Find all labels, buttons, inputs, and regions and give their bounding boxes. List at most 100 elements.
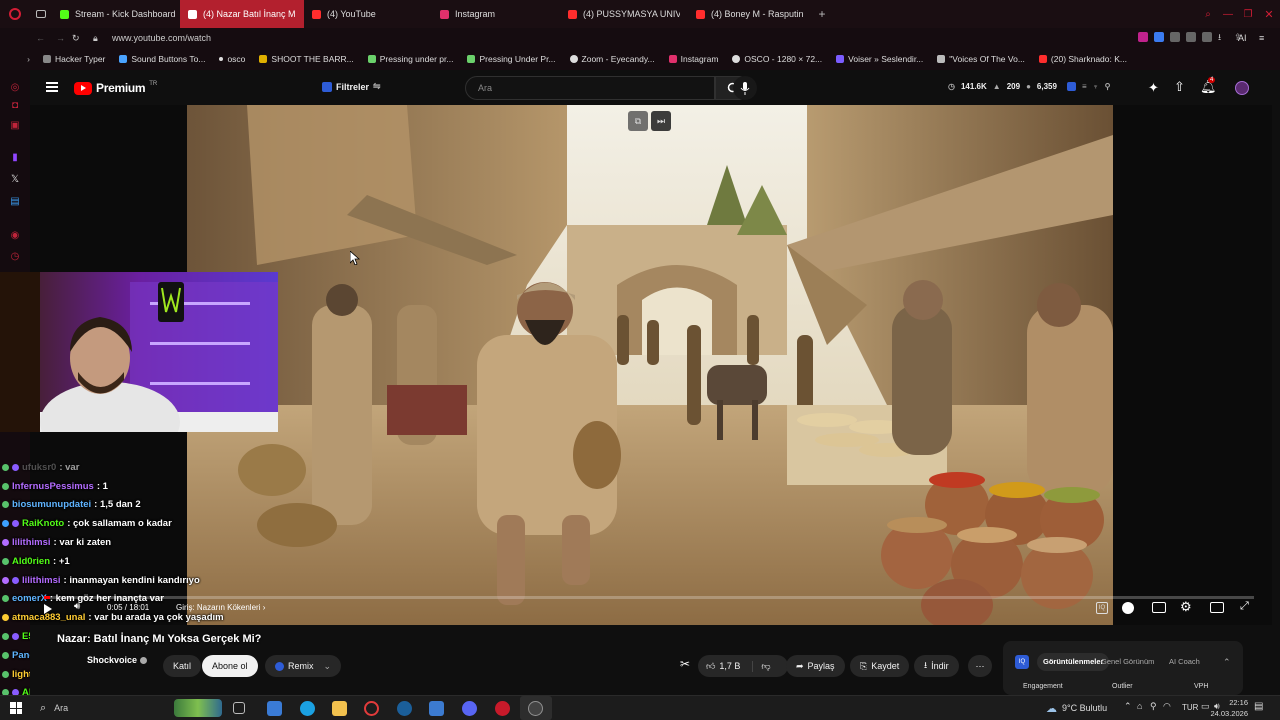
opera-gx-icon[interactable] [495,701,510,716]
folder-icon[interactable] [332,701,347,716]
bookmark-instagram[interactable]: Instagram [662,54,726,64]
bookmark-pressing-under-2[interactable]: Pressing Under Pr... [460,54,562,64]
progress-bar[interactable] [44,596,1254,599]
download-button[interactable]: ⭳ İndir [914,655,959,677]
link-icon[interactable]: ⚲ [1105,82,1111,91]
subtitles-icon[interactable] [1152,602,1166,613]
voice-search-button[interactable] [733,76,757,100]
url-field[interactable]: www.youtube.com/watch [112,33,211,43]
tab-kick[interactable]: Stream - Kick Dashboard [52,0,180,28]
remix-button[interactable]: Remix ⌄ [265,655,342,677]
discord-icon[interactable] [462,701,477,716]
opera-icon[interactable] [364,701,379,716]
tray-chevron-icon[interactable]: ⌃ [1124,701,1132,712]
aria-icon[interactable]: ◎ [9,82,21,94]
tray-usb-icon[interactable]: ⚲ [1150,701,1157,712]
upload-icon[interactable]: ⇧ [1174,79,1185,95]
bookmark-zoom[interactable]: Zoom - Eyecandy... [563,54,662,64]
tab-youtube-active[interactable]: (4) Nazar Batıl İnanç Mı Y... [180,0,304,28]
share-button[interactable]: ➦ Paylaş [786,655,845,677]
iq-icon[interactable] [1066,82,1076,91]
tray-wifi-icon[interactable]: ◠ [1163,701,1171,712]
skip-overlay-button[interactable]: ⏭ [651,111,671,131]
language-indicator[interactable]: TUR [1182,703,1198,712]
chat-username[interactable]: InfernusPessimus [12,481,94,492]
list-icon[interactable]: ≡ [1082,82,1087,91]
network-app-icon[interactable] [429,701,444,716]
search-input[interactable]: Ara [465,76,715,100]
file-explorer-icon[interactable] [267,701,282,716]
extension-icon[interactable] [1138,32,1148,42]
chat-username[interactable]: lilithimsi [22,575,61,586]
forward-icon[interactable]: → [56,33,65,43]
bookmark-sharknado[interactable]: (20) Sharknado: K... [1032,54,1134,64]
filter-button[interactable]: Filtreler ⇋ [322,81,381,92]
extension-icon[interactable] [1170,32,1180,42]
chat-username[interactable]: biosumunupdatei [12,499,91,510]
join-button[interactable]: Katıl [163,655,202,677]
iq-player-icon[interactable]: IQ [1096,602,1108,614]
search-tabs-icon[interactable]: ⌕ [1198,9,1218,20]
play-button[interactable] [44,604,52,614]
tab-youtube[interactable]: (4) YouTube [304,0,432,28]
clip-icon[interactable]: ✂ [680,657,690,671]
steam-icon[interactable] [397,701,412,716]
bookmark-voiser[interactable]: Voiser » Seslendir... [829,54,930,64]
maximize-button[interactable]: ❐ [1238,9,1258,20]
chat-username[interactable]: lilithimsi [12,537,51,548]
chat-username[interactable]: RaiKnoto [22,518,64,529]
weather-widget[interactable]: ☁ 9°C Bulutlu [1046,696,1107,720]
youtube-logo[interactable]: Premium TR [74,81,157,95]
tray-network-icon[interactable]: ⌂ [1137,701,1142,711]
bookmarks-chevron-icon[interactable]: › [0,54,36,64]
chat-username[interactable]: ufuksr0 [22,462,56,473]
taskbar-search[interactable]: ⌕ Ara [32,696,222,720]
twitch-icon[interactable]: ▮ [9,152,21,164]
fullscreen-icon[interactable]: ⤢ [1240,600,1249,613]
bluesky-icon[interactable]: ▤ [9,196,21,208]
bookmark-osco[interactable]: osco [212,54,252,64]
create-icon[interactable]: ✦ [1148,80,1159,96]
miniplayer-overlay-button[interactable]: ⧉ [628,111,648,131]
history-icon[interactable]: ◷ [9,251,21,263]
messenger-icon[interactable]: ◘ [9,100,21,112]
windows-start-icon[interactable] [10,702,22,714]
minimize-button[interactable]: — [1218,9,1238,20]
edge-icon[interactable] [300,701,315,716]
extension-icon[interactable] [1186,32,1196,42]
dislike-button[interactable]: 👎︎ [752,660,778,672]
back-icon[interactable]: ← [36,33,45,43]
chapter-label[interactable]: Giriş: Nazarın Kökenleri › [176,603,265,612]
panel-tab-overview[interactable]: Genel Görünüm [1101,653,1154,671]
like-button[interactable]: 👍︎ 1,7 B [698,661,748,672]
notifications-button[interactable]: 🔔︎ 4 [1200,77,1217,95]
chat-username[interactable]: Ald0rien [12,556,50,567]
hamburger-icon[interactable] [46,82,58,92]
bookmark-sound-buttons[interactable]: Sound Buttons To... [112,54,212,64]
close-window-button[interactable]: ✕ [1258,8,1280,21]
extension-icon[interactable] [1154,32,1164,42]
avatar[interactable] [1235,81,1249,95]
channel-name[interactable]: Shockvoice [87,655,148,665]
bookmark-shoot-the-barrel[interactable]: SHOOT THE BARR... [252,54,360,64]
theater-mode-icon[interactable] [1210,602,1224,613]
extension-icon[interactable] [1202,32,1212,42]
notification-center-icon[interactable]: ▤ [1254,701,1263,712]
opera-menu-icon[interactable] [0,0,30,28]
save-button[interactable]: ⎘ Kaydet [850,655,910,677]
trophy-icon[interactable]: ♆ [1093,82,1099,91]
bookmark-osco-1280[interactable]: OSCO - 1280 × 72... [725,54,829,64]
bookmark-voices[interactable]: "Voices Of The Vo... [930,54,1032,64]
settings-icon[interactable]: ⚙ [1180,599,1192,615]
autoplay-toggle[interactable] [1122,602,1134,614]
clock[interactable]: 22:16 24.03.2026 [1204,697,1248,719]
chevron-up-icon[interactable]: ⌃ [1223,653,1231,671]
player-icon[interactable]: ◉ [9,230,21,242]
download-icon[interactable]: ⭳ [1218,32,1228,42]
panel-tab-ai-coach[interactable]: AI Coach [1169,653,1200,671]
bookmark-hacker-typer[interactable]: Hacker Typer [36,54,112,64]
more-actions-button[interactable]: ⋯ [968,655,992,677]
tab-youtube-3[interactable]: (4) Boney M - Rasputin (Ly [688,0,812,28]
subscribe-button[interactable]: Abone ol [202,655,258,677]
tab-manager-icon[interactable] [30,0,52,28]
